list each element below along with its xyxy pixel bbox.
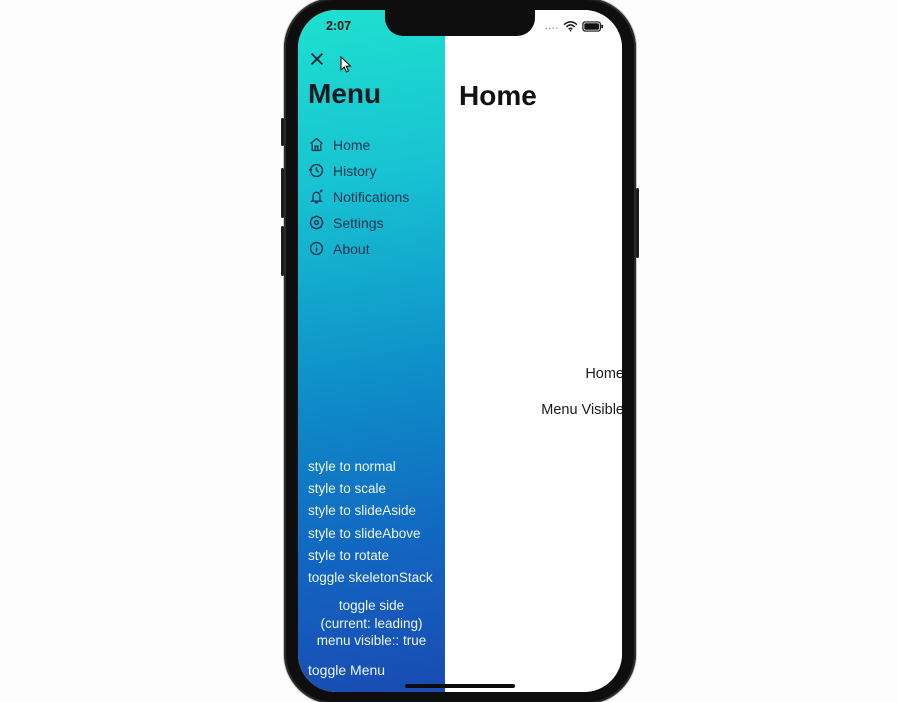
info-icon	[308, 240, 325, 257]
nav-item-history[interactable]: History	[308, 162, 435, 179]
phone-frame: 2:07 ....	[284, 0, 636, 702]
nav-label: History	[333, 163, 377, 179]
home-indicator[interactable]	[405, 684, 515, 688]
nav-item-notifications[interactable]: Notifications	[308, 188, 435, 205]
home-icon	[308, 136, 325, 153]
main-panel[interactable]: Home Home Menu Visible	[445, 10, 622, 692]
gear-icon	[308, 214, 325, 231]
content-line-menu-visible: Menu Visible	[541, 402, 622, 418]
history-icon	[308, 162, 325, 179]
style-opt-normal[interactable]: style to normal	[308, 458, 435, 476]
menu-visible-label: menu visible:: true	[308, 632, 435, 650]
toggle-side-line2: (current: leading)	[308, 615, 435, 633]
nav-label: Settings	[333, 215, 384, 231]
phone-screen: 2:07 ....	[298, 10, 622, 692]
nav-item-settings[interactable]: Settings	[308, 214, 435, 231]
toggle-side-line1: toggle side	[308, 597, 435, 615]
style-opt-slideaside[interactable]: style to slideAside	[308, 502, 435, 520]
menu-title: Menu	[308, 78, 435, 110]
style-options: style to normal style to scale style to …	[308, 458, 435, 587]
page-title: Home	[459, 80, 537, 112]
bell-icon	[308, 188, 325, 205]
menu-nav: Home History Notifications	[308, 136, 435, 257]
nav-label: Notifications	[333, 189, 409, 205]
nav-item-about[interactable]: About	[308, 240, 435, 257]
style-opt-rotate[interactable]: style to rotate	[308, 547, 435, 565]
toggle-menu-button[interactable]: toggle Menu	[308, 662, 435, 678]
side-menu: Menu Home History	[298, 10, 445, 692]
style-opt-scale[interactable]: style to scale	[308, 480, 435, 498]
notch	[385, 10, 535, 36]
nav-label: Home	[333, 137, 370, 153]
close-icon[interactable]	[308, 50, 326, 73]
side-button-mute	[281, 118, 284, 146]
side-button-vol-up	[281, 168, 284, 218]
nav-item-home[interactable]: Home	[308, 136, 435, 153]
side-button-power	[636, 188, 639, 258]
nav-label: About	[333, 241, 370, 257]
toggle-side-button[interactable]: toggle side (current: leading) menu visi…	[308, 597, 435, 650]
side-button-vol-down	[281, 226, 284, 276]
style-opt-slideabove[interactable]: style to slideAbove	[308, 525, 435, 543]
content-line-home: Home	[585, 366, 622, 382]
style-opt-skeletonstack[interactable]: toggle skeletonStack	[308, 569, 435, 587]
